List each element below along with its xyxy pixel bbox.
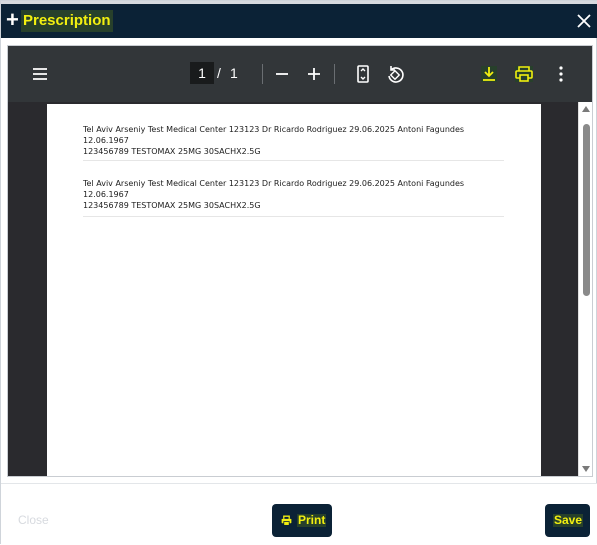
printer-icon xyxy=(281,515,292,526)
scrollbar-thumb[interactable] xyxy=(583,124,590,296)
rotate-icon[interactable] xyxy=(383,62,407,86)
page-number-input[interactable]: 1 xyxy=(190,62,214,84)
prescription-entry: Tel Aviv Arseniy Test Medical Center 123… xyxy=(83,124,503,157)
close-button[interactable]: Close xyxy=(18,513,49,527)
download-icon[interactable] xyxy=(477,62,501,86)
fit-page-icon[interactable] xyxy=(351,62,375,86)
dialog-header: + Prescription xyxy=(1,1,597,38)
close-icon[interactable] xyxy=(574,10,594,32)
toolbar-divider xyxy=(262,64,263,84)
entry-line: 123456789 TESTOMAX 25MG 30SACHX2.5G xyxy=(83,147,261,156)
save-button[interactable]: Save xyxy=(545,504,590,537)
entry-line: Tel Aviv Arseniy Test Medical Center 123… xyxy=(83,125,465,145)
scroll-up-icon[interactable] xyxy=(582,106,590,112)
zoom-in-icon[interactable] xyxy=(302,62,326,86)
save-button-label: Save xyxy=(553,513,584,527)
entry-divider xyxy=(83,216,504,217)
prescription-dialog: + Prescription 1 / 1 Tel Aviv Arseniy Te… xyxy=(0,0,597,545)
print-button[interactable]: Print xyxy=(272,504,332,537)
entry-line: Tel Aviv Arseniy Test Medical Center 123… xyxy=(83,179,465,199)
pdf-viewer: 1 / 1 Tel Aviv Arseniy Test Medical Cent… xyxy=(7,45,593,477)
zoom-out-icon[interactable] xyxy=(270,62,294,86)
page-separator: / xyxy=(217,65,221,81)
dialog-footer: Close Print Save xyxy=(1,483,597,545)
pdf-toolbar: 1 / 1 xyxy=(8,46,592,102)
more-options-icon[interactable] xyxy=(549,62,573,86)
scrollbar[interactable] xyxy=(578,102,592,476)
menu-icon[interactable] xyxy=(28,62,52,86)
toolbar-divider xyxy=(334,64,335,84)
plus-icon: + xyxy=(6,7,19,32)
document-area: Tel Aviv Arseniy Test Medical Center 123… xyxy=(8,102,592,476)
page-total: 1 xyxy=(230,65,238,81)
prescription-entry: Tel Aviv Arseniy Test Medical Center 123… xyxy=(83,178,503,211)
entry-line: 123456789 TESTOMAX 25MG 30SACHX2.5G xyxy=(83,201,261,210)
print-icon[interactable] xyxy=(512,62,536,86)
print-button-label: Print xyxy=(297,513,327,527)
scroll-down-icon[interactable] xyxy=(582,466,590,472)
dialog-title: Prescription xyxy=(21,10,113,32)
entry-divider xyxy=(83,160,504,161)
pdf-page: Tel Aviv Arseniy Test Medical Center 123… xyxy=(47,104,541,476)
